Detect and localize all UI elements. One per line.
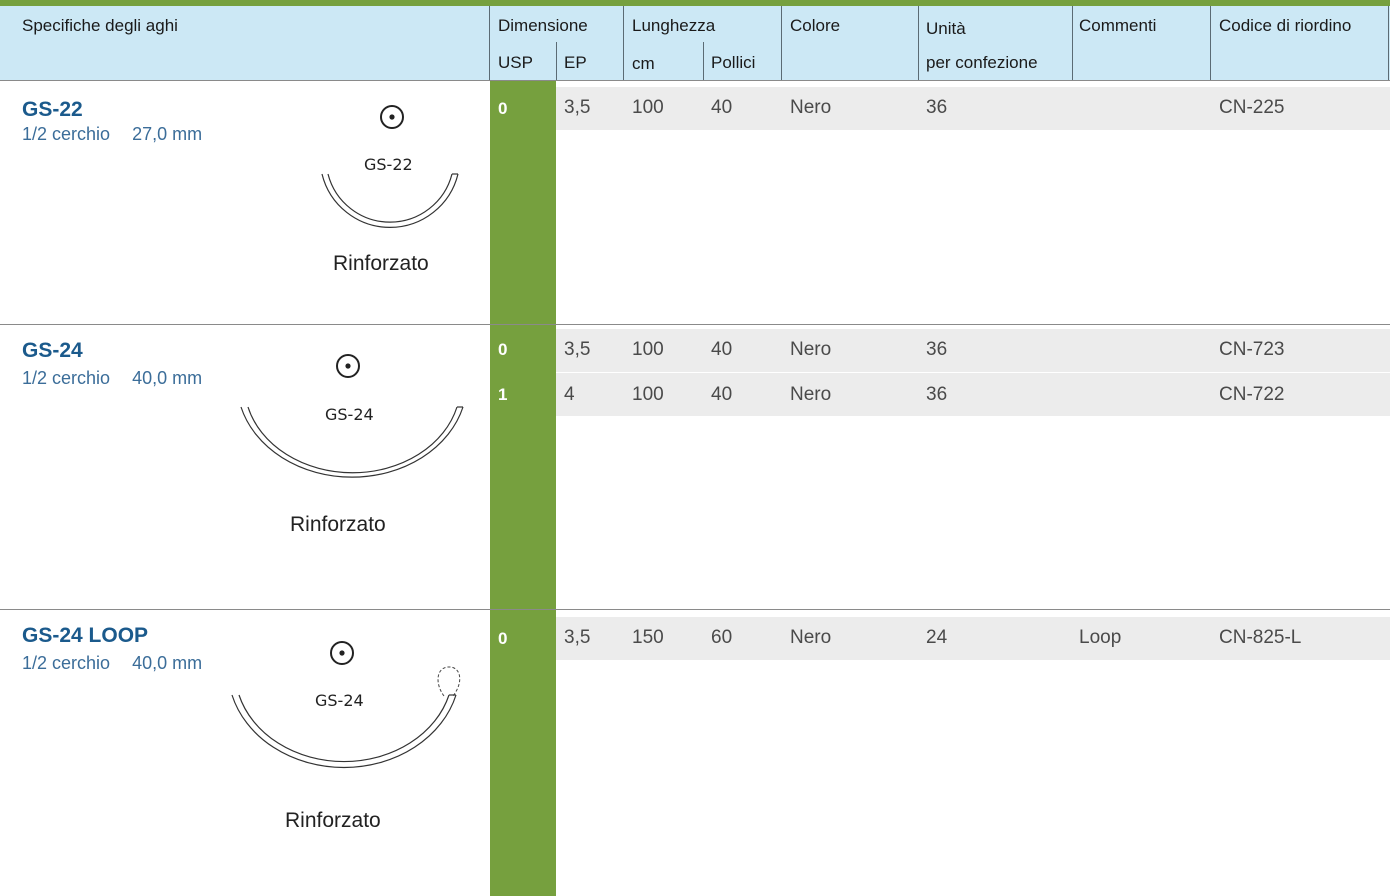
ep-value: 3,5 [564, 627, 591, 648]
header-color: Colore [790, 16, 841, 35]
needle-type: Rinforzato [333, 252, 429, 275]
header-divider [489, 6, 490, 80]
length-cm: 100 [632, 97, 664, 118]
needle-name: GS-24 LOOP [22, 624, 149, 647]
needle-type: Rinforzato [285, 809, 381, 832]
units-per-pack: 24 [926, 627, 948, 648]
header-order-code: Codice di riordino [1219, 16, 1352, 35]
row-divider [0, 609, 1390, 610]
suture-color: Nero [790, 627, 832, 648]
comment: Loop [1079, 627, 1122, 648]
ep-value: 3,5 [564, 339, 591, 360]
table-header: Specifiche degli aghi Dimensione USP EP … [0, 6, 1390, 80]
header-divider [1072, 6, 1073, 80]
header-size: Dimensione [498, 16, 588, 35]
length-inches: 40 [711, 384, 733, 405]
needle-shape: 1/2 cerchio [22, 368, 111, 388]
header-cm: cm [632, 54, 655, 73]
header-units: Unità [926, 19, 966, 38]
length-cm: 150 [632, 627, 664, 648]
needle-size: 40,0 mm [132, 368, 203, 388]
needle-type: Rinforzato [290, 513, 386, 536]
header-divider [781, 6, 782, 80]
suture-color: Nero [790, 97, 832, 118]
half-circle-needle-icon [321, 173, 459, 228]
header-divider [703, 42, 704, 80]
needle-description: 1/2 cerchio 27,0 mm [22, 124, 202, 145]
needle-size: 40,0 mm [132, 653, 203, 673]
length-inches: 60 [711, 627, 733, 648]
header-divider [1388, 6, 1389, 80]
usp-size: 0 [498, 340, 508, 359]
header-usp: USP [498, 53, 533, 72]
order-code: CN-722 [1219, 384, 1285, 405]
ep-value: 4 [564, 384, 575, 405]
header-divider [623, 6, 624, 80]
needle-description: 1/2 cerchio 40,0 mm [22, 653, 202, 674]
row-divider [0, 324, 1390, 325]
round-body-symbol-icon [336, 354, 360, 378]
usp-size: 1 [498, 385, 508, 404]
header-divider [556, 42, 557, 80]
units-per-pack: 36 [926, 97, 948, 118]
half-circle-needle-icon [240, 406, 464, 478]
needle-description: 1/2 cerchio 40,0 mm [22, 368, 202, 389]
header-length: Lunghezza [632, 16, 716, 35]
units-per-pack: 36 [926, 339, 948, 360]
header-divider [918, 6, 919, 80]
header-per-pack: per confezione [926, 53, 1038, 72]
header-ep: EP [564, 53, 587, 72]
ep-value: 3,5 [564, 97, 591, 118]
needle-name: GS-22 [22, 98, 83, 121]
size-column-band [490, 325, 556, 609]
order-code: CN-723 [1219, 339, 1285, 360]
suture-color: Nero [790, 384, 832, 405]
row-divider [0, 80, 1390, 81]
header-divider [1210, 6, 1211, 80]
header-comments: Commenti [1079, 16, 1157, 35]
usp-size: 0 [498, 99, 508, 118]
header-specs: Specifiche degli aghi [22, 16, 178, 35]
order-code: CN-225 [1219, 97, 1285, 118]
needle-shape: 1/2 cerchio [22, 124, 111, 144]
half-circle-needle-icon [231, 694, 457, 769]
round-body-symbol-icon [330, 641, 354, 665]
suture-color: Nero [790, 339, 832, 360]
length-inches: 40 [711, 97, 733, 118]
round-body-symbol-icon [380, 105, 404, 129]
size-column-band [490, 610, 556, 896]
usp-size: 0 [498, 629, 508, 648]
needle-shape: 1/2 cerchio [22, 653, 111, 673]
length-cm: 100 [632, 384, 664, 405]
units-per-pack: 36 [926, 384, 948, 405]
length-cm: 100 [632, 339, 664, 360]
order-code: CN-825-L [1219, 627, 1302, 648]
header-inches: Pollici [711, 53, 756, 72]
needle-size: 27,0 mm [132, 124, 203, 144]
needle-name: GS-24 [22, 339, 83, 362]
length-inches: 40 [711, 339, 733, 360]
